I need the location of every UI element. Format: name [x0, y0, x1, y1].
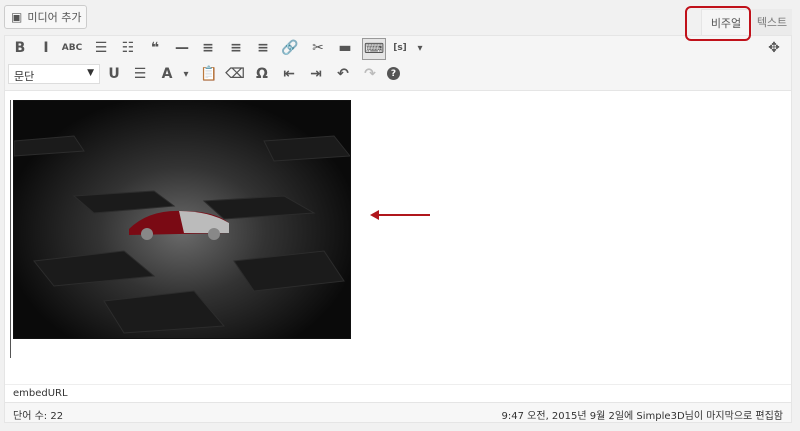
dropdown-arrow-icon[interactable]: ▾ [410, 38, 430, 58]
undo-icon[interactable]: ↶ [333, 64, 353, 84]
numbered-list-icon[interactable]: ☷ [118, 38, 138, 58]
align-left-icon[interactable]: ≡ [198, 38, 218, 58]
underline-icon[interactable]: U [104, 64, 124, 84]
bulleted-list-icon[interactable]: ☰ [91, 38, 111, 58]
chevron-down-icon: ▼ [87, 68, 94, 78]
unlink-icon[interactable]: ✂ [308, 38, 328, 58]
align-right-icon[interactable]: ≡ [253, 38, 273, 58]
add-media-button[interactable]: ▣ 미디어 추가 [4, 5, 87, 29]
outdent-icon[interactable]: ⇤ [279, 64, 299, 84]
element-path: embedURL [5, 384, 791, 402]
paste-text-icon[interactable]: 📋 [199, 64, 219, 84]
special-character-icon[interactable]: Ω [252, 64, 272, 84]
horizontal-line-icon[interactable]: — [172, 38, 192, 58]
word-count: 단어 수: 22 [13, 411, 64, 422]
fullscreen-icon[interactable]: ✥ [764, 38, 784, 58]
redo-icon[interactable]: ↷ [360, 64, 380, 84]
annotation-arrow [370, 210, 430, 220]
embedded-image-car[interactable] [13, 100, 351, 339]
clear-formatting-icon[interactable]: ⌫ [225, 64, 245, 84]
align-center-icon[interactable]: ≡ [226, 38, 246, 58]
highlight-box [685, 6, 751, 41]
add-media-label: 미디어 추가 [27, 11, 82, 24]
indent-icon[interactable]: ⇥ [306, 64, 326, 84]
media-icon: ▣ [11, 10, 23, 24]
shortcode-icon[interactable]: [s] [390, 38, 410, 58]
read-more-icon[interactable]: ▬ [335, 38, 355, 58]
italic-icon[interactable]: I [36, 38, 56, 58]
help-icon[interactable]: ? [387, 67, 400, 80]
text-color-icon[interactable]: A [157, 64, 177, 84]
toolbar-toggle-icon[interactable]: ⌨ [362, 38, 386, 60]
strikethrough-icon[interactable]: ABC [62, 38, 82, 58]
format-select-value: 문단 [14, 70, 35, 83]
bold-icon[interactable]: B [10, 38, 30, 58]
blockquote-icon[interactable]: ❝ [145, 38, 165, 58]
dropdown-arrow-icon[interactable]: ▾ [176, 64, 196, 84]
justify-icon[interactable]: ☰ [130, 64, 150, 84]
car-scene [13, 135, 351, 334]
status-bar: 단어 수: 22 9:47 오전, 2015년 9월 2일에 Simple3D님… [5, 402, 791, 422]
link-icon[interactable]: 🔗 [280, 38, 300, 58]
format-select[interactable]: 문단 ▼ [8, 64, 100, 84]
last-edited: 9:47 오전, 2015년 9월 2일에 Simple3D님이 마지막으로 편… [501, 411, 783, 422]
text-cursor [10, 100, 11, 358]
tab-text[interactable]: 텍스트 [752, 9, 792, 35]
